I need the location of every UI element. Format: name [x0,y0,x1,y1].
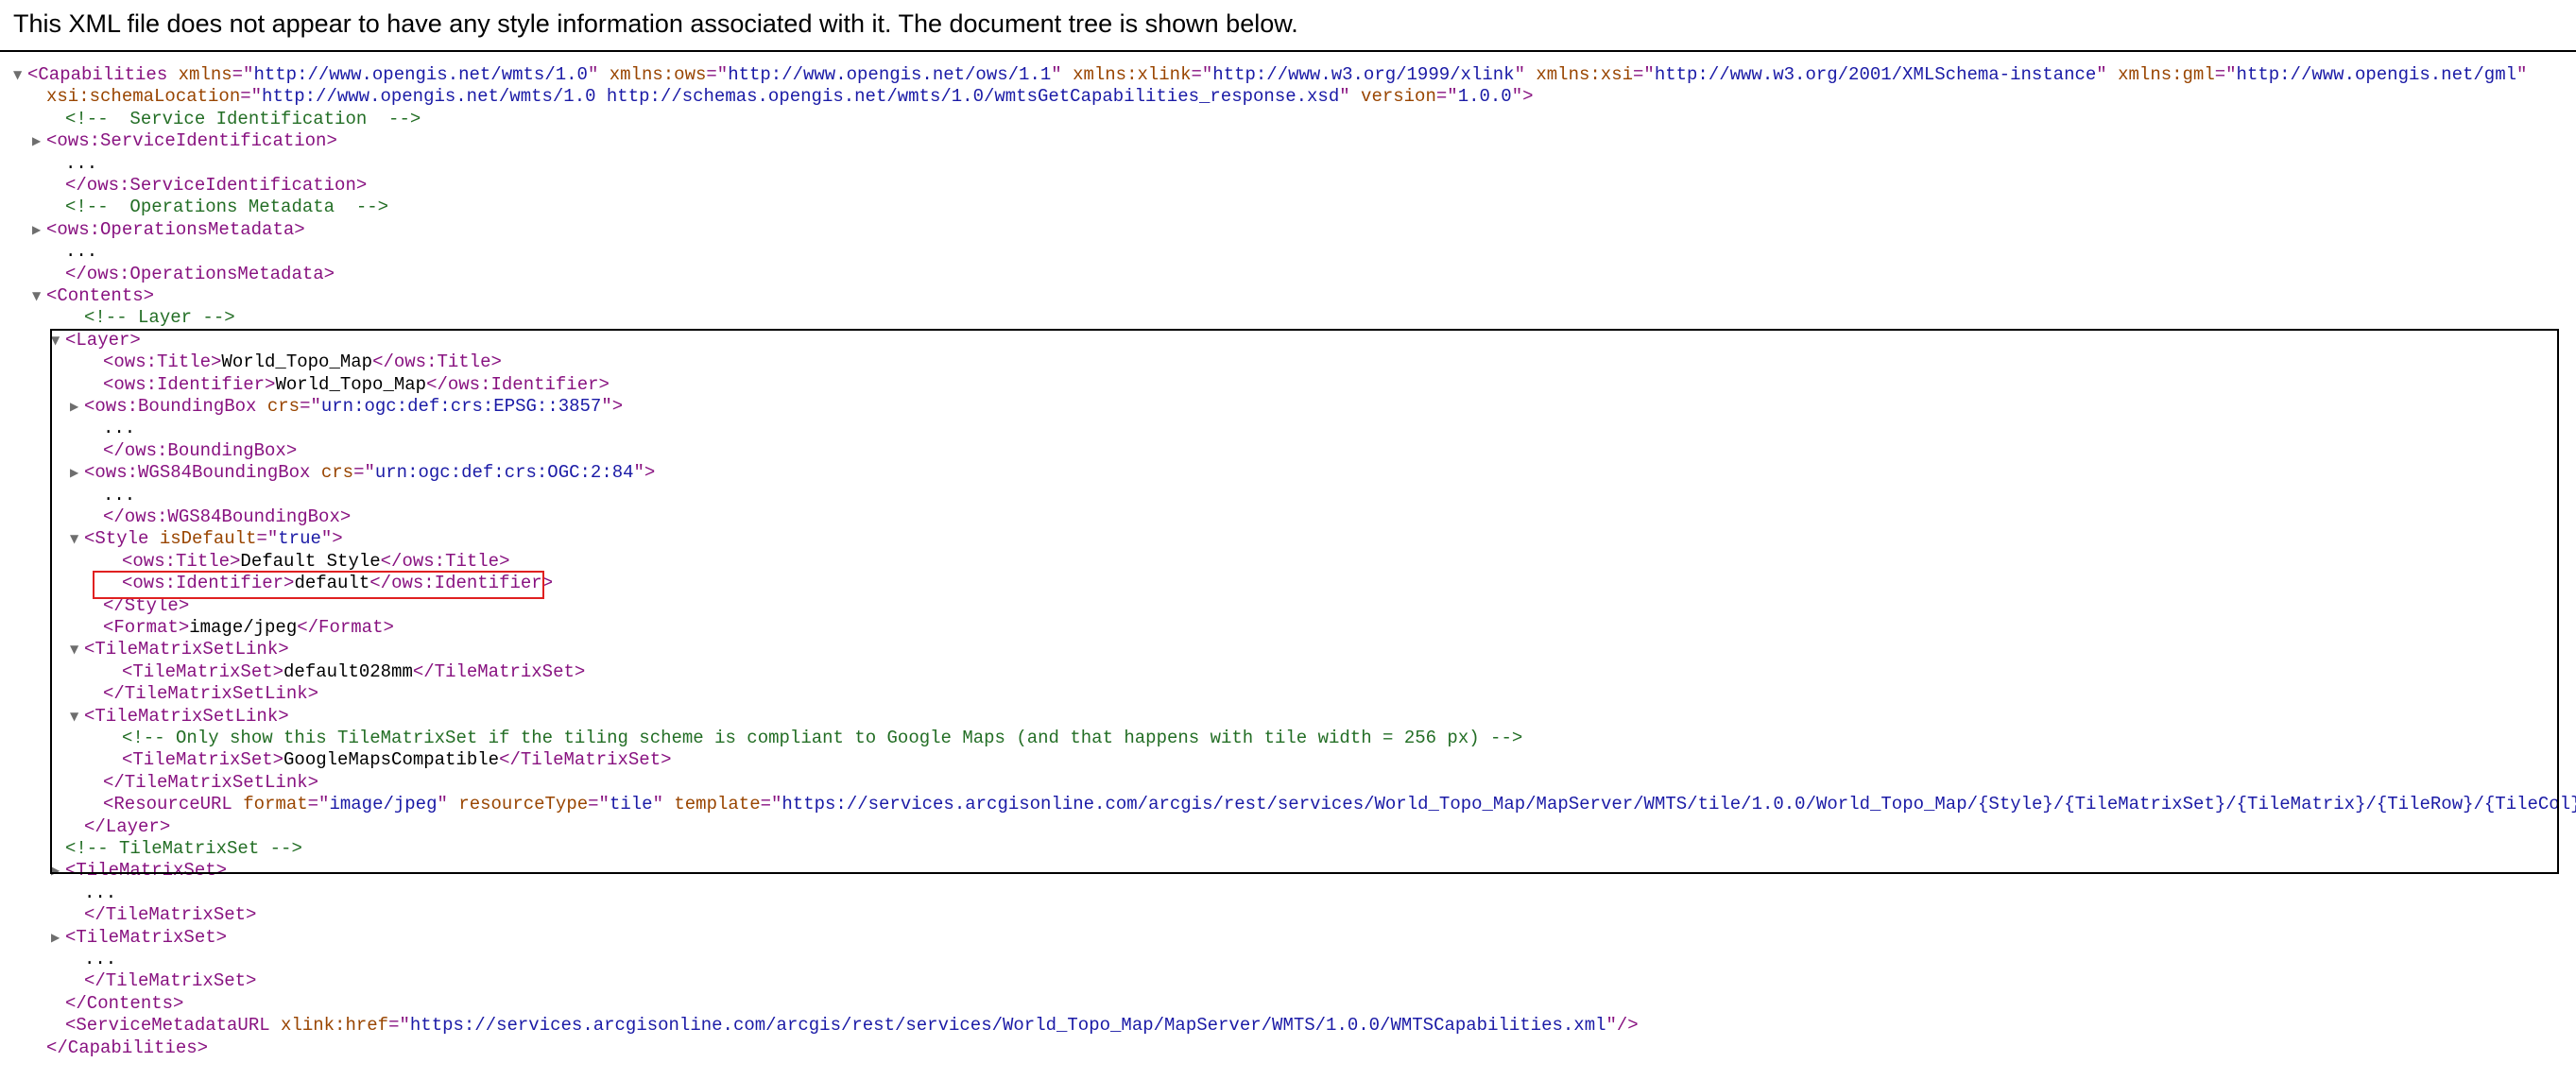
xml-attribute-name: xmlns:xlink [1073,64,1192,85]
xml-tag: =" [232,64,254,85]
identifier-highlight-box [93,571,544,600]
xml-line: </ows:ServiceIdentification> [65,175,367,197]
xml-attribute-value: http://www.opengis.net/gml [2236,64,2516,85]
xml-tag: </TileMatrixSet> [84,904,257,926]
xml-comment: <!-- Layer --> [84,307,235,329]
xml-line: ... [84,949,116,970]
xml-line: </ows:OperationsMetadata> [65,264,335,285]
xml-comment: <!-- Service Identification --> [65,108,421,129]
expand-arrow-icon[interactable]: ▶ [32,219,41,241]
xml-tag: " [1051,64,1073,85]
xml-attribute-value: http://www.opengis.net/ows/1.1 [728,64,1052,85]
xml-tag: " [2516,64,2528,85]
xml-attribute-value: http://www.opengis.net/wmts/1.0 [253,64,588,85]
xml-attribute-name: xmlns [178,64,232,85]
xml-tag: </ows:OperationsMetadata> [65,263,335,284]
xml-attribute-name: xsi:schemaLocation [46,86,241,108]
xml-tag: <ows:OperationsMetadata> [46,218,305,240]
xml-tag: =" [2214,64,2237,85]
xml-tag: </Capabilities> [46,1037,209,1058]
xml-tag: " [1339,86,1362,108]
xml-line: <ServiceMetadataURL xlink:href="https://… [65,1015,1639,1037]
collapse-arrow-icon[interactable]: ▼ [13,64,22,86]
xml-line: ... [84,883,116,904]
xml-tag: <ows:ServiceIdentification> [46,130,337,152]
xml-comment: <!-- Operations Metadata --> [65,197,389,218]
xml-tag: <ServiceMetadataURL [65,1015,282,1037]
xml-line: ▶ <ows:ServiceIdentification> [32,130,337,152]
xml-text: ... [65,241,98,263]
xml-line: <!-- Layer --> [84,307,235,329]
xml-tag: " [1514,64,1537,85]
xml-tag: =" [388,1015,410,1037]
xml-attribute-value: 1.0.0 [1457,86,1512,108]
xml-line: ▼ <Contents> [32,285,155,307]
xml-text: ... [65,152,98,174]
layer-highlight-box [50,328,2559,875]
xml-text: ... [84,882,117,903]
xml-tag: =" [1435,86,1458,108]
xml-tag: "> [1511,86,1534,108]
xml-line: ▶ <ows:OperationsMetadata> [32,218,305,241]
xml-attribute-value: http://www.w3.org/1999/xlink [1212,64,1515,85]
xml-line: ▼ <Capabilities xmlns="http://www.opengis… [13,64,2528,86]
xml-tag: </TileMatrixSet> [84,970,257,992]
xml-tag: " [2096,64,2119,85]
xml-tag: " [587,64,610,85]
xml-attribute-name: xmlns:gml [2118,64,2215,85]
xml-attribute-name: xlink:href [281,1015,389,1037]
xml-tag: </ows:ServiceIdentification> [65,175,368,196]
xml-tag: =" [706,64,729,85]
xml-tag: </Contents> [65,992,184,1014]
xml-line: </Contents> [65,993,183,1015]
xml-text: ... [84,949,117,969]
xml-line: <!-- Service Identification --> [65,109,421,130]
expand-arrow-icon[interactable]: ▶ [32,130,41,152]
xml-line: <!-- Operations Metadata --> [65,197,388,218]
xml-line: ▶ <TileMatrixSet> [51,926,228,949]
xml-attribute-value: https://services.arcgisonline.com/arcgis… [409,1015,1606,1037]
xml-tag: =" [240,86,263,108]
xml-line: ... [65,241,97,263]
xml-line: ... [65,153,97,175]
xml-tag: <TileMatrixSet> [65,926,228,948]
xml-attribute-value: http://www.w3.org/2001/XMLSchema-instanc… [1654,64,2097,85]
xml-attribute-name: xmlns:xsi [1536,64,1633,85]
xml-attribute-name: xmlns:ows [609,64,707,85]
header-divider [0,50,2576,52]
xml-line: </TileMatrixSet> [84,904,256,926]
xml-line: </Capabilities> [46,1037,208,1059]
xml-tag: "/> [1606,1015,1639,1037]
xml-line: xsi:schemaLocation="http://www.opengis.n… [46,86,1534,108]
no-style-info-message: This XML file does not appear to have an… [13,9,1298,38]
xml-tag: =" [1633,64,1655,85]
xml-line: </TileMatrixSet> [84,970,256,992]
collapse-arrow-icon[interactable]: ▼ [32,285,41,307]
expand-arrow-icon[interactable]: ▶ [51,927,60,949]
xml-attribute-name: version [1361,86,1436,108]
xml-attribute-value: http://www.opengis.net/wmts/1.0 http://s… [262,86,1340,108]
xml-tag: <Capabilities [27,64,179,85]
xml-tag: <Contents> [46,285,155,306]
xml-tag: =" [1191,64,1213,85]
